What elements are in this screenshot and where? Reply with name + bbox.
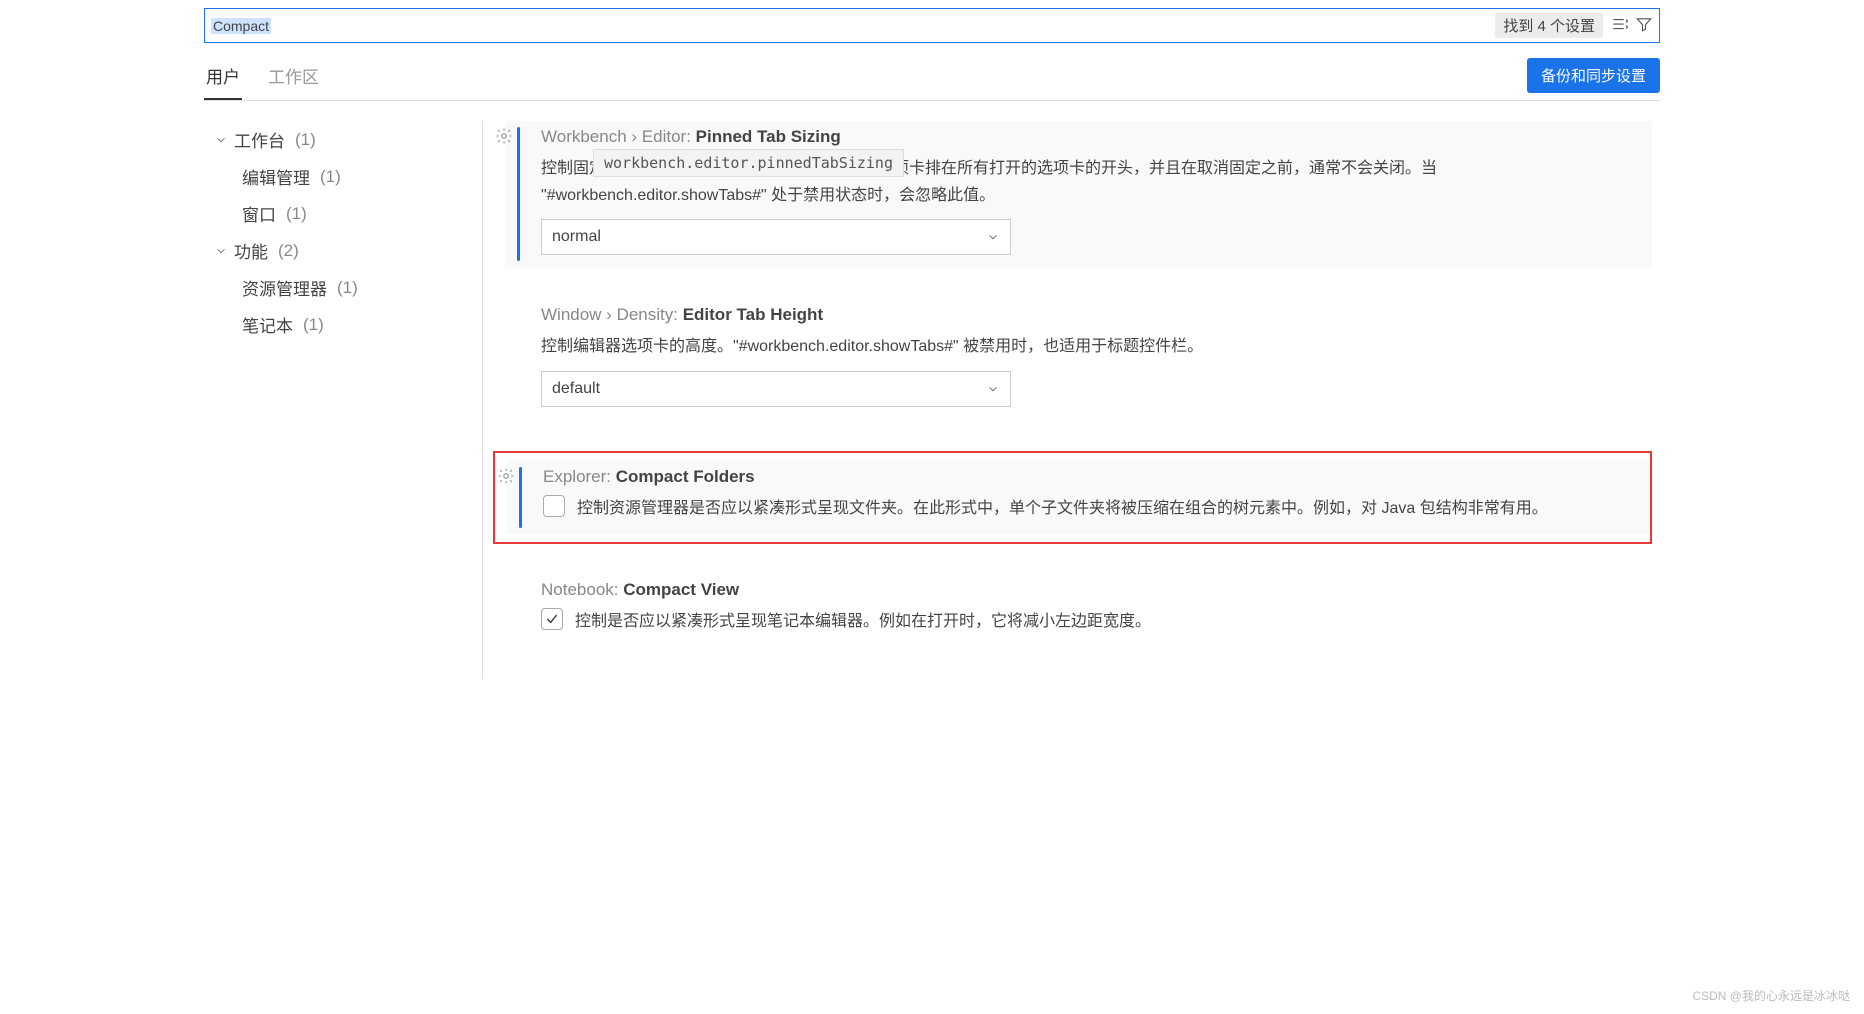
gear-icon[interactable] xyxy=(495,127,513,145)
chevron-down-icon xyxy=(214,244,228,258)
watermark: CSDN @我的心永远是冰冰哒 xyxy=(1692,987,1850,1004)
tab-workspace[interactable]: 工作区 xyxy=(266,57,321,100)
settings-tabs: 用户 工作区 xyxy=(204,57,321,100)
sidebar-item-label: 工作台 xyxy=(234,127,285,152)
highlight-annotation: Explorer: Compact Folders 控制资源管理器是否应以紧凑形… xyxy=(493,451,1652,544)
setting-description: 控制编辑器选项卡的高度。"#workbench.editor.showTabs#… xyxy=(541,333,1642,360)
sidebar-item-window[interactable]: 窗口 (1) xyxy=(210,195,482,232)
search-input-value[interactable]: Compact xyxy=(211,18,271,34)
sidebar-item-count: (2) xyxy=(278,241,299,261)
setting-title: Explorer: Compact Folders xyxy=(543,467,1640,487)
setting-select-tab-height[interactable]: default xyxy=(541,371,1011,407)
settings-search-bar[interactable]: Compact 找到 4 个设置 xyxy=(204,8,1660,43)
sidebar-item-workbench[interactable]: 工作台 (1) xyxy=(210,121,482,158)
check-icon xyxy=(544,611,560,627)
sidebar-item-label: 编辑管理 xyxy=(242,164,310,189)
setting-description: 控制是否应以紧凑形式呈现笔记本编辑器。例如在打开时，它将减小左边距宽度。 xyxy=(575,608,1151,635)
settings-content: Workbench › Editor: Pinned Tab Sizing wo… xyxy=(493,121,1672,679)
backup-sync-button[interactable]: 备份和同步设置 xyxy=(1527,58,1660,93)
setting-compact-view: Notebook: Compact View 控制是否应以紧凑形式呈现笔记本编辑… xyxy=(505,574,1652,647)
sidebar-item-count: (1) xyxy=(286,204,307,224)
setting-editor-tab-height: Window › Density: Editor Tab Height 控制编辑… xyxy=(505,299,1652,418)
chevron-down-icon xyxy=(986,382,1000,396)
setting-title: Window › Density: Editor Tab Height xyxy=(541,305,1642,325)
select-value: normal xyxy=(552,228,601,246)
sidebar-item-notebook[interactable]: 笔记本 (1) xyxy=(210,306,482,343)
search-result-count: 找到 4 个设置 xyxy=(1495,13,1603,38)
settings-sidebar: 工作台 (1) 编辑管理 (1) 窗口 (1) 功能 (2) 资源管理器 (1) xyxy=(192,121,482,679)
search-input[interactable] xyxy=(279,14,1487,38)
setting-compact-folders: Explorer: Compact Folders 控制资源管理器是否应以紧凑形… xyxy=(507,461,1650,534)
setting-select-pinned-tab[interactable]: normal xyxy=(541,219,1011,255)
checkbox-compact-view[interactable] xyxy=(541,608,563,630)
sidebar-item-label: 功能 xyxy=(234,238,268,263)
sidebar-item-editor-mgmt[interactable]: 编辑管理 (1) xyxy=(210,158,482,195)
sidebar-item-count: (1) xyxy=(320,167,341,187)
sidebar-item-count: (1) xyxy=(337,278,358,298)
setting-description: 控制资源管理器是否应以紧凑形式呈现文件夹。在此形式中，单个子文件夹将被压缩在组合… xyxy=(577,495,1548,522)
chevron-down-icon xyxy=(986,230,1000,244)
sidebar-item-label: 笔记本 xyxy=(242,312,293,337)
select-value: default xyxy=(552,380,600,398)
setting-title: Workbench › Editor: Pinned Tab Sizing xyxy=(541,127,1642,147)
gear-icon[interactable] xyxy=(497,467,515,485)
setting-title: Notebook: Compact View xyxy=(541,580,1642,600)
tab-user[interactable]: 用户 xyxy=(204,57,242,100)
sidebar-item-count: (1) xyxy=(295,130,316,150)
filter-icon[interactable] xyxy=(1635,15,1653,36)
checkbox-compact-folders[interactable] xyxy=(543,495,565,517)
sidebar-item-count: (1) xyxy=(303,315,324,335)
sidebar-item-explorer[interactable]: 资源管理器 (1) xyxy=(210,269,482,306)
sidebar-item-label: 资源管理器 xyxy=(242,275,327,300)
setting-id-tooltip: workbench.editor.pinnedTabSizing xyxy=(593,149,904,177)
chevron-down-icon xyxy=(214,133,228,147)
sidebar-item-features[interactable]: 功能 (2) xyxy=(210,232,482,269)
sidebar-item-label: 窗口 xyxy=(242,201,276,226)
setting-pinned-tab-sizing: Workbench › Editor: Pinned Tab Sizing wo… xyxy=(505,121,1652,267)
settings-view-icon[interactable] xyxy=(1611,15,1629,36)
sidebar-divider xyxy=(482,121,483,679)
